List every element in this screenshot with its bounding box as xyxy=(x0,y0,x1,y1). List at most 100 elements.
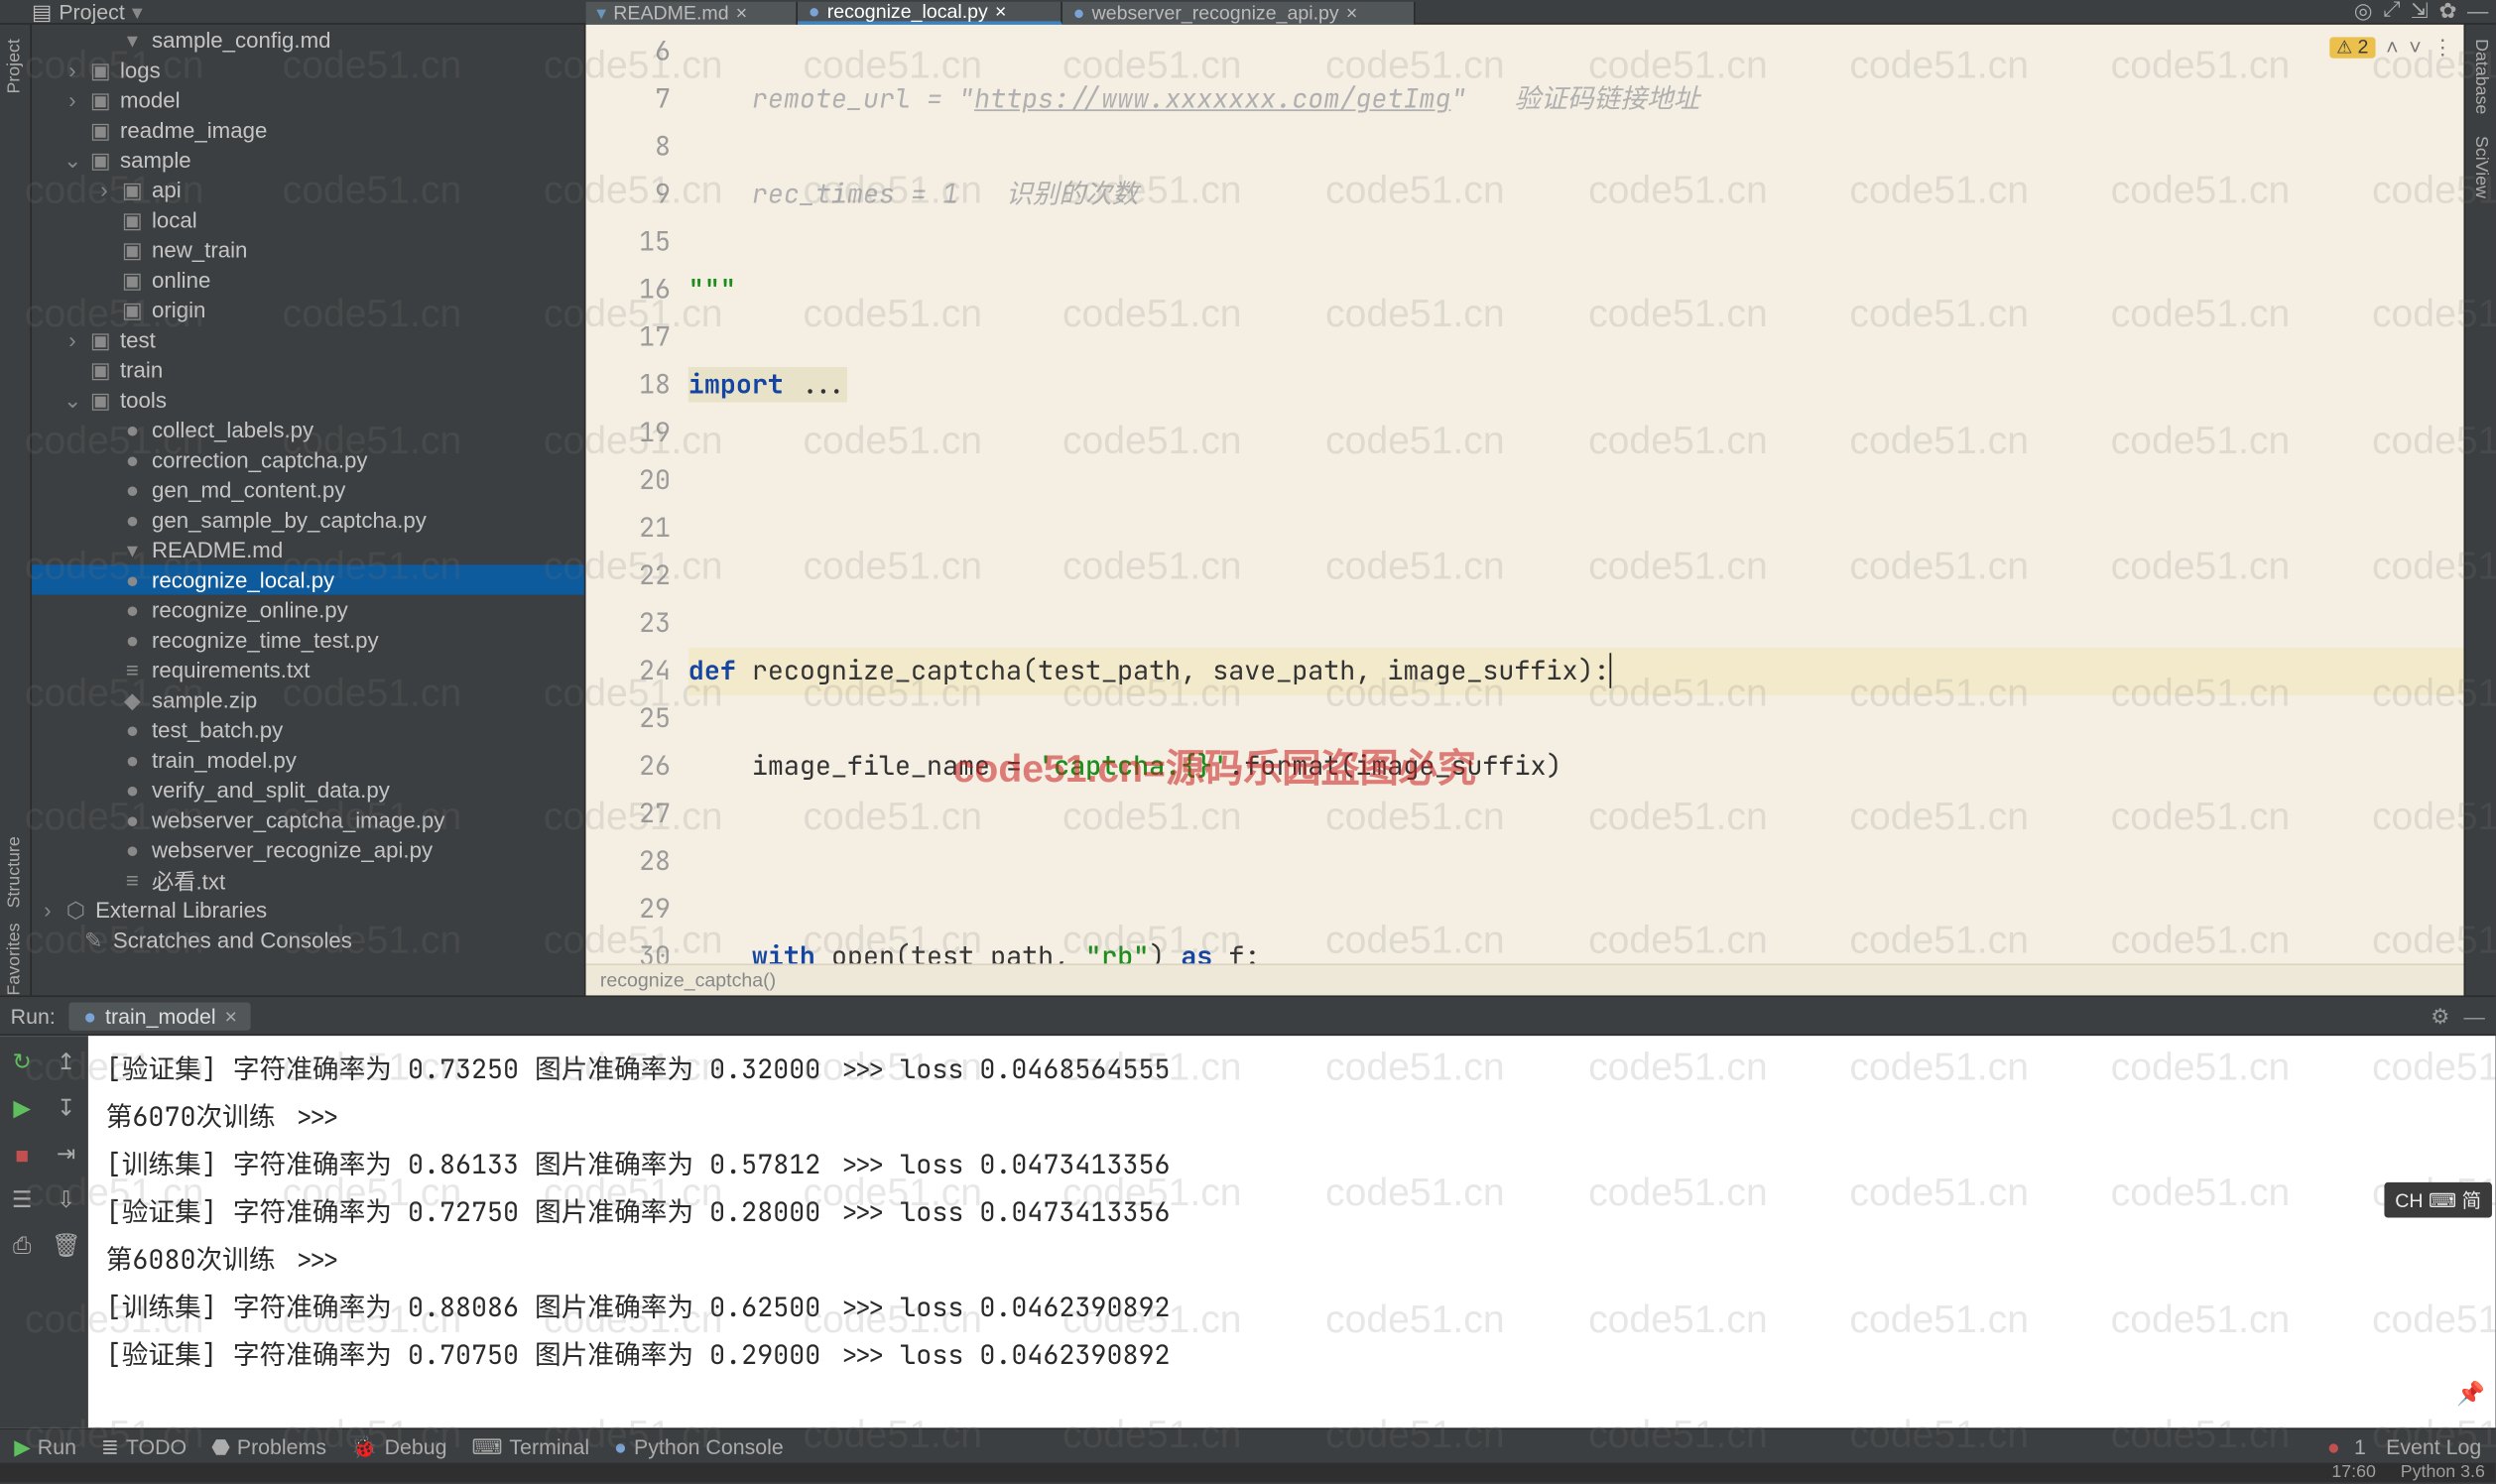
tree-label: recognize_time_test.py xyxy=(152,627,379,652)
project-toggle-icon[interactable]: ▤ xyxy=(32,0,52,24)
run-panel: Run: ● train_model × ⚙ — ↻ ↥ ▶ ↧ ■ ⇥ ☰ ⇩… xyxy=(0,995,2496,1427)
tree-folder[interactable]: ▣sample xyxy=(32,145,584,175)
tree-file[interactable]: ●recognize_local.py xyxy=(32,564,584,594)
markdown-icon: ▾ xyxy=(120,27,145,54)
py-icon: ● xyxy=(120,507,145,532)
stop-icon[interactable]: ■ xyxy=(0,1131,44,1176)
toolbar-event-log[interactable]: 1 Event Log xyxy=(2327,1433,2481,1458)
tree-label: recognize_online.py xyxy=(152,597,348,622)
tree-label: sample_config.md xyxy=(152,28,330,53)
up-icon[interactable]: ↥ xyxy=(44,1040,87,1085)
python-icon: ● xyxy=(1073,3,1085,24)
next-occurrence-icon[interactable]: ˅ xyxy=(2409,36,2421,61)
tree-file[interactable]: ●verify_and_split_data.py xyxy=(32,775,584,804)
toolbar-python-console[interactable]: ●Python Console xyxy=(614,1433,784,1458)
tab-recognize-local[interactable]: ● recognize_local.py × xyxy=(798,2,1062,25)
toolbar-terminal[interactable]: ⌨Terminal xyxy=(471,1433,589,1458)
tree-file[interactable]: ●recognize_online.py xyxy=(32,595,584,625)
tree-file[interactable]: ●gen_sample_by_captcha.py xyxy=(32,505,584,535)
tree-file[interactable]: ≡requirements.txt xyxy=(32,655,584,684)
console-output[interactable]: [验证集] 字符准确率为 0.73250 图片准确率为 0.32000 >>> … xyxy=(88,1036,2496,1427)
stripe-sciview[interactable]: SciView xyxy=(2471,136,2491,198)
toolbar-todo[interactable]: ≣TODO xyxy=(101,1433,187,1458)
code-url[interactable]: https://www.xxxxxxx.com/getImg xyxy=(974,81,1450,117)
stripe-structure[interactable]: Structure xyxy=(5,837,25,909)
run-tab[interactable]: ● train_model × xyxy=(69,1002,251,1030)
tree-file[interactable]: ●train_model.py xyxy=(32,745,584,775)
print-icon[interactable]: ⎙ xyxy=(0,1223,44,1269)
scratches-consoles[interactable]: ✎ Scratches and Consoles xyxy=(32,925,584,954)
tree-folder[interactable]: ▣train xyxy=(32,355,584,385)
close-icon[interactable]: × xyxy=(224,1003,236,1028)
prev-occurrence-icon[interactable]: ˄ xyxy=(2386,36,2398,61)
target-icon[interactable]: ◎ xyxy=(2354,0,2373,22)
trash-icon[interactable]: 🗑 xyxy=(44,1223,87,1269)
tree-file[interactable]: ●correction_captcha.py xyxy=(32,444,584,474)
tree-folder[interactable]: ▣new_train xyxy=(32,235,584,265)
tree-file[interactable]: ●test_batch.py xyxy=(32,714,584,744)
expand-icon[interactable]: ⤢ xyxy=(2383,0,2400,23)
more-icon[interactable]: ⋮ xyxy=(2432,36,2452,61)
settings-icon[interactable]: ✿ xyxy=(2438,0,2456,22)
run-icon[interactable]: ▶ xyxy=(0,1085,44,1131)
tab-webserver-api[interactable]: ● webserver_recognize_api.py × xyxy=(1062,2,1416,25)
tree-folder[interactable]: ▣api xyxy=(32,175,584,204)
code-keyword: def xyxy=(688,653,736,688)
stripe-favorites[interactable]: Favorites xyxy=(5,923,25,995)
hide-icon[interactable]: — xyxy=(2467,0,2488,22)
tree-file[interactable]: ▾ sample_config.md xyxy=(32,25,584,55)
warning-count: 2 xyxy=(2357,37,2368,58)
layout-icon[interactable]: ☰ xyxy=(0,1177,44,1223)
tree-file[interactable]: ≡必看.txt xyxy=(32,865,584,895)
folder-icon: ▣ xyxy=(88,326,113,353)
scroll-icon[interactable]: ⇩ xyxy=(44,1177,87,1223)
toolbar-debug[interactable]: 🐞Debug xyxy=(351,1433,447,1458)
code-body[interactable]: remote_url = "https://www.xxxxxxx.com/ge… xyxy=(688,25,2464,963)
tree-file[interactable]: ●collect_labels.py xyxy=(32,415,584,444)
tree-label: collect_labels.py xyxy=(152,418,313,442)
breadcrumb[interactable]: recognize_captcha() xyxy=(586,963,2464,995)
collapse-icon[interactable]: ⇲ xyxy=(2411,0,2429,22)
tree-file[interactable]: ●gen_md_content.py xyxy=(32,475,584,505)
stripe-project[interactable]: Project xyxy=(5,39,25,93)
code-text: recognize_captcha(test_path, save_path, … xyxy=(736,653,1610,688)
project-tree[interactable]: ▾ sample_config.md ▣logs▣model▣readme_im… xyxy=(32,25,586,995)
tree-folder[interactable]: ▣ test xyxy=(32,324,584,354)
stripe-database[interactable]: Database xyxy=(2471,39,2491,114)
dropdown-icon[interactable]: ▾ xyxy=(132,0,143,24)
tree-label: tools xyxy=(120,387,167,412)
tree-label: sample.zip xyxy=(152,687,257,712)
tree-file[interactable]: ●recognize_time_test.py xyxy=(32,625,584,655)
label: Problems xyxy=(237,1433,326,1458)
tree-file[interactable]: ●webserver_captcha_image.py xyxy=(32,804,584,834)
toolbar-problems[interactable]: ⬣Problems xyxy=(211,1433,326,1458)
markdown-icon: ▾ xyxy=(596,2,606,25)
close-icon[interactable]: × xyxy=(1346,3,1357,24)
tree-folder[interactable]: ▣readme_image xyxy=(32,115,584,145)
tree-label: correction_captcha.py xyxy=(152,447,368,472)
gear-icon[interactable]: ⚙ xyxy=(2431,1003,2449,1028)
tree-folder[interactable]: ▣online xyxy=(32,265,584,295)
tree-folder[interactable]: ▣tools xyxy=(32,385,584,415)
tab-readme[interactable]: ▾ README.md × xyxy=(586,2,798,25)
close-icon[interactable]: × xyxy=(736,3,747,24)
external-libraries[interactable]: ⬡ External Libraries xyxy=(32,895,584,925)
tree-label: test xyxy=(120,327,156,352)
close-icon[interactable]: × xyxy=(995,1,1006,22)
rerun-icon[interactable]: ↻ xyxy=(0,1040,44,1085)
tree-file[interactable]: ▾README.md xyxy=(32,535,584,564)
tree-label: External Libraries xyxy=(95,898,267,923)
hide-panel-icon[interactable]: — xyxy=(2463,1003,2484,1028)
tree-file[interactable]: ◆sample.zip xyxy=(32,684,584,714)
tree-file[interactable]: ●webserver_recognize_api.py xyxy=(32,834,584,864)
tree-folder[interactable]: ▣origin xyxy=(32,295,584,324)
soft-wrap-icon[interactable]: ⇥ xyxy=(44,1131,87,1176)
tree-folder[interactable]: ▣logs xyxy=(32,55,584,84)
toolbar-run[interactable]: ▶Run xyxy=(14,1433,76,1458)
code-area[interactable]: 678 91516 171819 202122 232425 262728 29… xyxy=(586,25,2464,963)
down-icon[interactable]: ↧ xyxy=(44,1085,87,1131)
tree-folder[interactable]: ▣local xyxy=(32,204,584,234)
pin-icon[interactable]: 📌 xyxy=(2456,1370,2485,1418)
warnings-badge[interactable]: 2 xyxy=(2329,37,2375,58)
tree-folder[interactable]: ▣model xyxy=(32,84,584,114)
